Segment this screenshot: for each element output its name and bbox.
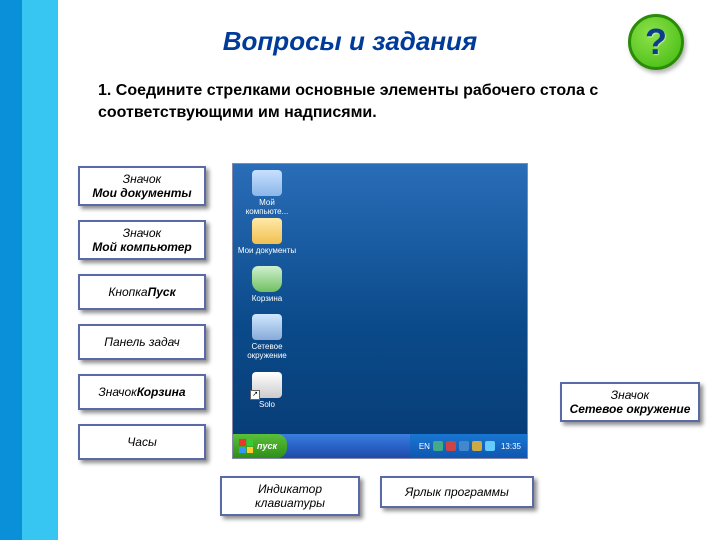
desktop-icon-network[interactable]: Сетевое окружение bbox=[237, 314, 297, 360]
question-mark-icon: ? bbox=[645, 21, 667, 63]
label-network-places[interactable]: Значок Сетевое окружение bbox=[560, 382, 700, 422]
instruction-body: Соедините стрелками основные элементы ра… bbox=[98, 82, 598, 121]
tray-icon[interactable] bbox=[433, 441, 443, 451]
page-title: Вопросы и задания bbox=[120, 26, 580, 57]
left-stripe bbox=[0, 0, 58, 540]
tray-icon[interactable] bbox=[485, 441, 495, 451]
tray-icon[interactable] bbox=[472, 441, 482, 451]
instruction-number: 1. bbox=[98, 82, 111, 99]
label-start-button[interactable]: Кнопка Пуск bbox=[78, 274, 206, 310]
computer-icon bbox=[252, 170, 282, 196]
instruction-text: 1. Соедините стрелками основные элементы… bbox=[98, 80, 670, 123]
label-my-computer[interactable]: Значок Мой компьютер bbox=[78, 220, 206, 260]
label-taskbar[interactable]: Панель задач bbox=[78, 324, 206, 360]
folder-icon bbox=[252, 218, 282, 244]
windows-desktop: Мой компьюте... Мои документы Корзина Се… bbox=[232, 163, 528, 459]
label-clock[interactable]: Часы bbox=[78, 424, 206, 460]
desktop-icon-recycle-bin[interactable]: Корзина bbox=[237, 266, 297, 303]
start-button[interactable]: пуск bbox=[233, 434, 287, 458]
desktop-wallpaper: Мой компьюте... Мои документы Корзина Се… bbox=[233, 164, 527, 434]
help-badge: ? bbox=[628, 14, 684, 70]
tray-icon[interactable] bbox=[459, 441, 469, 451]
network-icon bbox=[252, 314, 282, 340]
shortcut-icon: ↗ bbox=[252, 372, 282, 398]
label-my-documents[interactable]: Значок Мои документы bbox=[78, 166, 206, 206]
system-tray[interactable]: EN 13:35 bbox=[410, 434, 527, 458]
label-program-shortcut[interactable]: Ярлык программы bbox=[380, 476, 534, 508]
taskbar-clock[interactable]: 13:35 bbox=[498, 442, 521, 451]
trash-icon bbox=[252, 266, 282, 292]
left-labels-column: Значок Мои документы Значок Мой компьюте… bbox=[78, 166, 206, 460]
desktop-icon-shortcut[interactable]: ↗ Solo bbox=[237, 372, 297, 409]
taskbar[interactable]: пуск EN 13:35 bbox=[233, 434, 527, 458]
desktop-icon-my-computer[interactable]: Мой компьюте... bbox=[237, 170, 297, 216]
label-keyboard-indicator[interactable]: Индикатор клавиатуры bbox=[220, 476, 360, 516]
language-indicator[interactable]: EN bbox=[416, 442, 430, 451]
desktop-icon-my-documents[interactable]: Мои документы bbox=[237, 218, 297, 255]
tray-icon[interactable] bbox=[446, 441, 456, 451]
label-recycle-bin[interactable]: Значок Корзина bbox=[78, 374, 206, 410]
windows-logo-icon bbox=[239, 439, 253, 453]
